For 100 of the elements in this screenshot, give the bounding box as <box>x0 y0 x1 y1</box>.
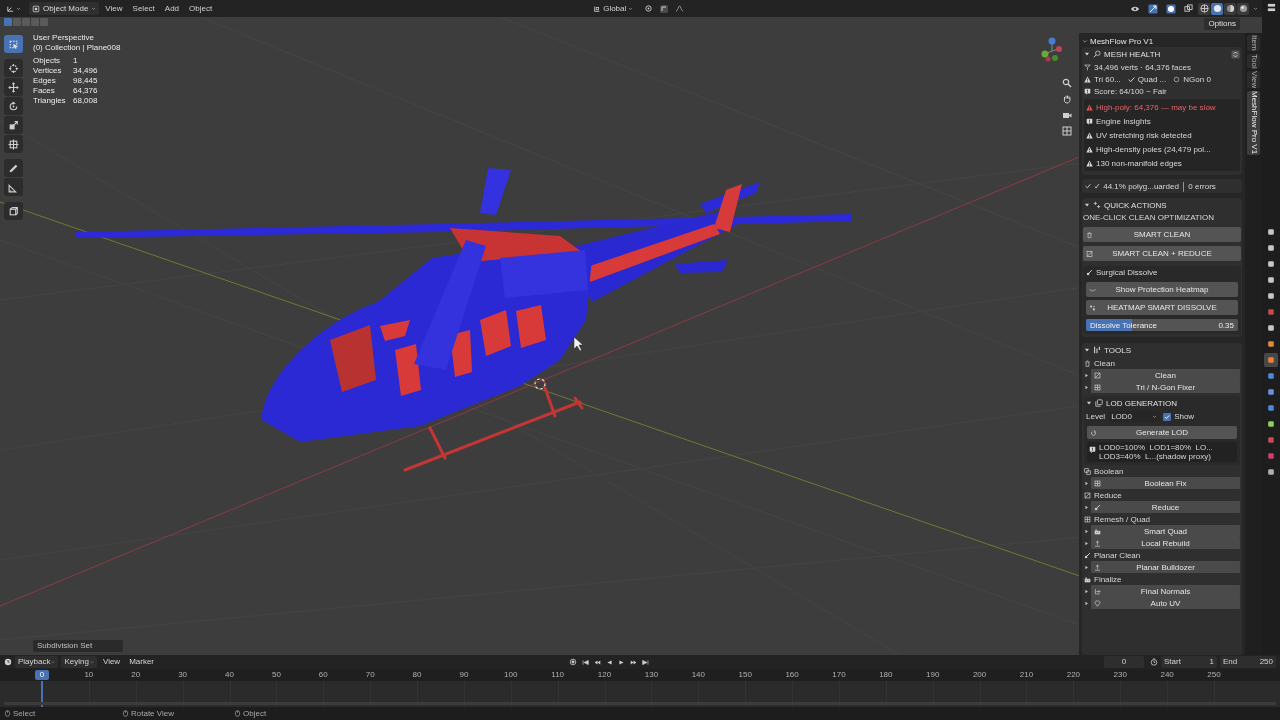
status-hint: Object <box>243 707 267 720</box>
sidebar-tab[interactable]: Tool <box>1247 53 1260 69</box>
info-text: Score: 64/100 ~ Fair <box>1094 86 1167 96</box>
pivot-icon[interactable] <box>644 4 654 13</box>
info-text: Quad ... <box>1137 74 1167 84</box>
warning-icon <box>1086 145 1093 153</box>
jump-start-icon[interactable] <box>582 658 590 666</box>
shading-mode-button[interactable] <box>1224 2 1236 15</box>
menu-item[interactable]: Marker <box>126 656 158 668</box>
stat-label: Edges <box>33 76 57 86</box>
level-dropdown[interactable]: LOD0 <box>1108 411 1161 422</box>
shading-mode-button[interactable] <box>1198 2 1210 15</box>
slashed-square-icon <box>1094 371 1101 379</box>
snap-icon[interactable] <box>659 3 670 14</box>
tool-button[interactable] <box>4 116 23 134</box>
camera-icon[interactable] <box>1062 110 1072 120</box>
section-title: TOOLS <box>1104 345 1131 355</box>
circle-icon <box>1173 75 1181 83</box>
solid-shading-icon <box>1212 4 1222 13</box>
operator-button[interactable]: Tri / N-Gon Fixer <box>1091 381 1240 393</box>
slashed-square-icon <box>1086 250 1093 257</box>
building-icon <box>1094 527 1101 535</box>
operator-button[interactable]: Clean <box>1091 369 1240 381</box>
prev-key-icon[interactable] <box>594 658 602 666</box>
next-key-icon[interactable] <box>630 658 638 666</box>
menu-item[interactable]: Select <box>128 2 159 15</box>
xray-icon[interactable] <box>1184 4 1193 13</box>
frame-number: 160 <box>785 670 799 680</box>
add-cube-icon <box>8 205 19 217</box>
grid-view-icon[interactable] <box>1062 126 1072 136</box>
play-reverse-icon[interactable] <box>606 658 614 666</box>
play-icon[interactable] <box>618 658 626 666</box>
tool-button[interactable] <box>4 97 23 115</box>
operator-button[interactable]: Planar Bulldozer <box>1091 561 1240 573</box>
operator-button[interactable]: Local Rebuild <box>1091 537 1240 549</box>
status-text: ✓ 44.1% polyg...uarded │ 0 errors <box>1094 181 1216 191</box>
select-box-icon <box>8 38 19 50</box>
stat-value: 1 <box>73 56 78 66</box>
operator-button[interactable]: Boolean Fix <box>1091 477 1240 489</box>
proportional-edit-icon[interactable] <box>675 4 685 13</box>
orientation-dropdown[interactable]: Global <box>590 2 637 15</box>
options-dropdown[interactable]: Options <box>1204 18 1240 30</box>
mouse-right-icon <box>234 710 241 717</box>
overlays-icon[interactable] <box>1166 3 1176 14</box>
checkbox-label: Show <box>1174 412 1195 421</box>
section-title: QUICK ACTIONS <box>1104 200 1167 210</box>
menu-item[interactable]: Keying <box>61 656 97 668</box>
tool-button[interactable] <box>4 78 23 96</box>
frame-number: 100 <box>504 670 518 680</box>
tool-button[interactable] <box>4 159 23 177</box>
tool-button[interactable] <box>4 202 23 220</box>
operator-panel[interactable]: Subdivision Set <box>33 640 123 652</box>
menu-item[interactable]: View <box>99 656 124 668</box>
stopwatch-icon[interactable] <box>1150 658 1158 666</box>
operator-button[interactable]: Smart Quad <box>1091 525 1240 537</box>
properties-editor-icon[interactable] <box>1266 3 1276 12</box>
shading-mode-button[interactable] <box>1237 2 1249 15</box>
menu-item[interactable]: View <box>101 2 127 15</box>
menu-item[interactable]: Playback <box>15 656 59 668</box>
tool-button[interactable] <box>4 178 23 196</box>
shading-mode-button[interactable] <box>1211 2 1223 15</box>
frame-number: 230 <box>1113 670 1127 680</box>
stat-label: Vertices <box>33 66 63 76</box>
jump-end-icon[interactable] <box>642 658 650 666</box>
operator-button[interactable]: Final Normals <box>1091 585 1240 597</box>
stat-label: Triangles <box>33 96 67 106</box>
operator-button[interactable]: Auto UV <box>1091 597 1240 609</box>
show-checkbox[interactable] <box>1163 412 1172 421</box>
tool-button[interactable] <box>4 35 23 53</box>
gizmo-toggle-icon[interactable] <box>1148 3 1158 14</box>
action-button[interactable]: Generate LOD <box>1087 426 1237 439</box>
tool-button[interactable] <box>4 135 23 153</box>
tool-button[interactable] <box>4 59 23 77</box>
action-button[interactable]: SMART CLEAN + REDUCE <box>1083 246 1241 261</box>
mode-dropdown[interactable]: Object Mode <box>29 2 100 15</box>
material-shading-icon <box>1225 4 1235 13</box>
sidebar-tab[interactable]: MeshFlow Pro V1 <box>1247 91 1260 155</box>
sidebar-tab[interactable]: View <box>1247 71 1260 89</box>
hand-icon[interactable] <box>1062 94 1072 104</box>
action-button[interactable]: Show Protection Heatmap <box>1086 282 1238 297</box>
refresh-icon[interactable] <box>1231 49 1240 59</box>
action-button[interactable]: HEATMAP SMART DISSOLVE <box>1086 300 1238 315</box>
record-icon[interactable] <box>569 658 578 666</box>
operator-button[interactable]: Reduce <box>1091 501 1240 513</box>
menu-item[interactable]: Object <box>185 2 217 15</box>
caret-icon <box>628 6 634 11</box>
current-frame-field[interactable]: 0 <box>1104 656 1144 668</box>
caret-icon <box>1152 414 1158 419</box>
zoom-icon[interactable] <box>1062 78 1072 88</box>
end-frame-field[interactable]: End 250 <box>1220 656 1276 668</box>
vertex-icon <box>1084 63 1091 71</box>
sidebar-tab[interactable]: Item <box>1247 35 1260 51</box>
clock-icon[interactable] <box>4 658 12 666</box>
triangle-right-icon <box>1084 504 1089 510</box>
action-button[interactable]: SMART CLEAN <box>1083 227 1241 242</box>
start-frame-field[interactable]: Start 1 <box>1161 656 1217 668</box>
playhead[interactable]: 0 <box>35 670 49 680</box>
frame-number: 110 <box>551 670 565 680</box>
menu-item[interactable]: Add <box>160 2 184 15</box>
caret-icon <box>1253 6 1258 11</box>
